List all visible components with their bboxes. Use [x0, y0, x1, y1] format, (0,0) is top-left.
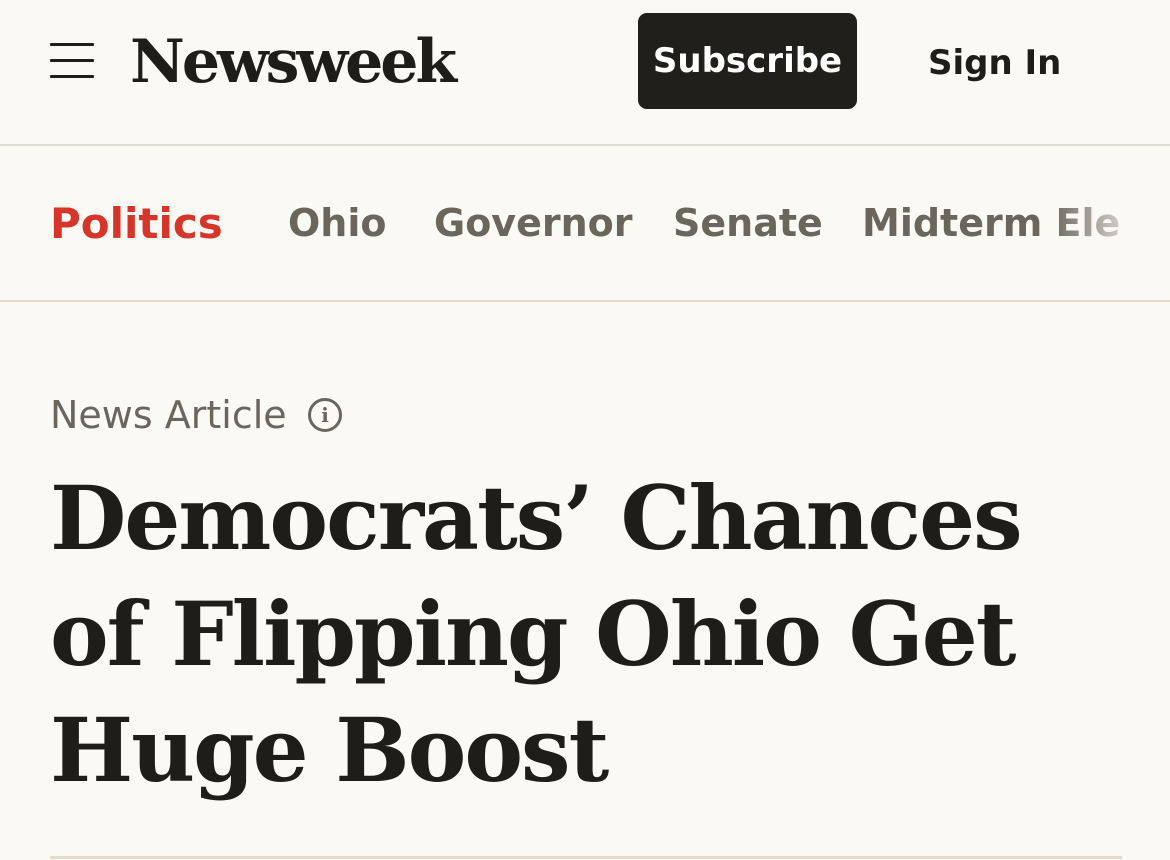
sign-in-link[interactable]: Sign In — [928, 38, 1061, 88]
nav-overflow-fade — [1050, 148, 1170, 300]
hamburger-menu-icon[interactable] — [50, 43, 94, 79]
menu-line — [50, 43, 94, 46]
nav-link-senate[interactable]: Senate — [673, 198, 823, 248]
section-nav: Politics Ohio Governor Senate Midterm El… — [0, 148, 1170, 302]
site-header: Newsweek Subscribe Sign In — [0, 0, 1170, 146]
article-type-label: News Article — [50, 393, 287, 437]
menu-line — [50, 59, 94, 62]
nav-link-governor[interactable]: Governor — [434, 198, 632, 248]
newsweek-logo[interactable]: Newsweek — [130, 22, 457, 102]
nav-section-politics[interactable]: Politics — [50, 196, 223, 252]
info-icon[interactable]: i — [308, 398, 342, 432]
subscribe-button[interactable]: Subscribe — [638, 13, 857, 109]
divider — [50, 856, 1122, 859]
menu-line — [50, 75, 94, 78]
nav-link-ohio[interactable]: Ohio — [288, 198, 387, 248]
article-headline: Democrats’ Chances of Flipping Ohio Get … — [50, 466, 1023, 802]
